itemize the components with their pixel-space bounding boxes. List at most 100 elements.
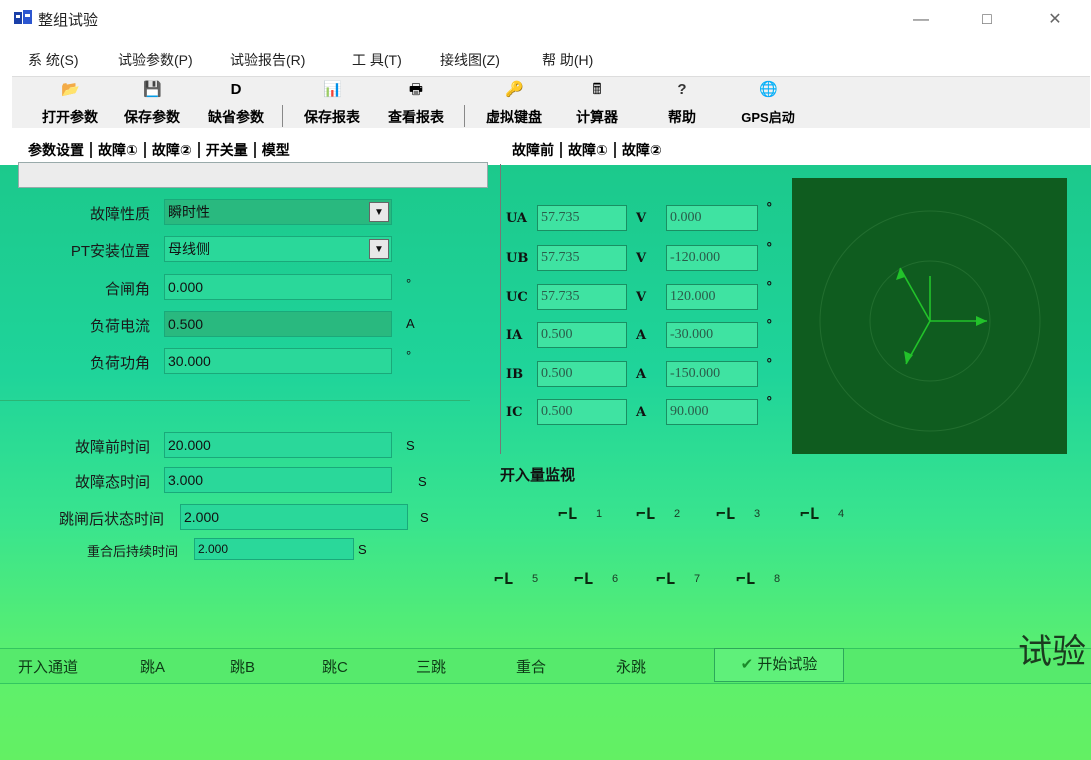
printer-icon: 🖶	[408, 81, 424, 98]
measure-angle-ua[interactable]: 0.000	[666, 205, 758, 231]
toolbar: 📂 打开参数 💾 保存参数 D 缺省参数 📊 保存报表 🖶 查看报表 🔑 虚拟键…	[12, 76, 1090, 128]
switch-indicator-icon: ⌐L	[800, 504, 820, 523]
measure-mag-ib[interactable]: 0.500	[537, 361, 627, 387]
measure-angle-ib[interactable]: -150.000	[666, 361, 758, 387]
left-panel-frame	[18, 162, 488, 188]
start-test-label: 开始试验	[757, 656, 818, 673]
key-icon: 🔑	[505, 81, 524, 98]
menu-help[interactable]: 帮 助(H)	[542, 50, 593, 70]
vector-svg	[819, 210, 1041, 432]
app-logo-icon	[14, 10, 32, 26]
close-angle-input[interactable]: 0.000	[164, 274, 392, 300]
tab-param-settings[interactable]: 参数设置	[22, 142, 92, 158]
test-result-label: 试验结果	[1018, 634, 1086, 670]
switch-channel-number: 8	[774, 573, 781, 585]
tab-fault-2-view[interactable]: 故障②	[616, 142, 668, 158]
fault-time-input[interactable]: 3.000	[164, 467, 392, 493]
measure-name-ia: IA	[506, 328, 523, 343]
measure-unit-ua: V	[636, 211, 647, 226]
menu-system[interactable]: 系 统(S)	[28, 50, 79, 70]
help-button[interactable]: ? 帮助	[652, 77, 712, 129]
switch-indicator-icon: ⌐L	[656, 569, 676, 588]
load-angle-label: 负荷功角	[89, 355, 150, 372]
fault-time-unit: S	[418, 474, 427, 489]
save-params-label: 保存参数	[124, 109, 180, 125]
switch-channel-number: 2	[674, 508, 681, 520]
toolbar-separator	[282, 105, 283, 127]
tab-fault-2[interactable]: 故障②	[145, 142, 200, 158]
measure-mag-ia[interactable]: 0.500	[537, 322, 627, 348]
close-angle-label: 合闸角	[104, 281, 150, 298]
open-params-button[interactable]: 📂 打开参数	[32, 77, 108, 129]
fault-nature-select[interactable]: 瞬时性 ▼	[164, 199, 392, 225]
measure-angle-ia[interactable]: -30.000	[666, 322, 758, 348]
help-label: 帮助	[668, 109, 696, 125]
prefault-time-label: 故障前时间	[74, 439, 150, 456]
post-trip-time-input[interactable]: 2.000	[180, 504, 408, 530]
channel-header-1: 跳A	[140, 659, 166, 676]
default-params-icon: D	[230, 81, 242, 98]
menu-wiring[interactable]: 接线图(Z)	[440, 50, 500, 70]
channel-header-6: 永跳	[616, 659, 647, 676]
fault-nature-value: 瞬时性	[168, 204, 210, 220]
virtual-keyboard-button[interactable]: 🔑 虚拟键盘	[476, 77, 552, 129]
minimize-icon[interactable]: —	[906, 6, 936, 34]
measure-angle-ub[interactable]: -120.000	[666, 245, 758, 271]
checkmark-icon: ✔	[740, 656, 754, 673]
pt-position-value: 母线侧	[168, 241, 210, 257]
measure-mag-ic[interactable]: 0.500	[537, 399, 627, 425]
measure-mag-ub[interactable]: 57.735	[537, 245, 627, 271]
degree-symbol: °	[766, 318, 773, 333]
measure-mag-uc[interactable]: 57.735	[537, 284, 627, 310]
maximize-icon[interactable]: □	[972, 6, 1002, 34]
tab-fault-1-view[interactable]: 故障①	[562, 142, 616, 158]
gps-start-button[interactable]: 🌐 GPS启动	[730, 77, 806, 129]
menu-tools[interactable]: 工 具(T)	[352, 50, 402, 70]
tab-switch[interactable]: 开关量	[199, 142, 256, 158]
measure-name-ib: IB	[506, 367, 524, 382]
chevron-down-icon[interactable]: ▼	[369, 239, 389, 259]
measure-angle-ic[interactable]: 90.000	[666, 399, 758, 425]
start-test-button[interactable]: ✔ 开始试验	[714, 648, 844, 682]
save-report-label: 保存报表	[304, 109, 360, 125]
toolbar-separator	[464, 105, 465, 127]
measure-unit-ia: A	[636, 328, 647, 343]
globe-icon: 🌐	[759, 81, 778, 98]
calculator-button[interactable]: 🖩 计算器	[564, 77, 630, 129]
load-angle-input[interactable]: 30.000	[164, 348, 392, 374]
extra-time-unit: S	[358, 542, 367, 557]
switch-monitor-title: 开入量监视	[500, 467, 576, 484]
tab-fault-1[interactable]: 故障①	[92, 142, 146, 158]
prefault-time-input[interactable]: 20.000	[164, 432, 392, 458]
save-params-button[interactable]: 💾 保存参数	[114, 77, 190, 129]
degree-symbol: °	[766, 280, 773, 295]
switch-channel-number: 3	[754, 508, 761, 520]
calculator-icon: 🖩	[592, 81, 602, 98]
window-title: 整组试验	[38, 12, 99, 29]
chevron-down-icon[interactable]: ▼	[369, 202, 389, 222]
view-report-button[interactable]: 🖶 查看报表	[378, 77, 454, 129]
measure-angle-uc[interactable]: 120.000	[666, 284, 758, 310]
default-params-label: 缺省参数	[208, 109, 264, 125]
close-icon[interactable]: ✕	[1040, 6, 1070, 34]
channel-header-0: 开入通道	[18, 659, 79, 676]
measure-mag-ua[interactable]: 57.735	[537, 205, 627, 231]
switch-indicator-icon: ⌐L	[636, 504, 656, 523]
measure-name-ic: IC	[506, 405, 523, 420]
switch-indicator-icon: ⌐L	[716, 504, 736, 523]
pt-position-select[interactable]: 母线侧 ▼	[164, 236, 392, 262]
menu-test-report[interactable]: 试验报告(R)	[230, 50, 305, 70]
tab-model[interactable]: 模型	[256, 142, 296, 158]
channel-header-4: 三跳	[416, 659, 447, 676]
post-trip-time-label: 跳闸后状态时间	[58, 511, 164, 528]
view-report-label: 查看报表	[388, 109, 444, 125]
extra-time-input[interactable]: 2.000	[194, 538, 354, 560]
save-report-button[interactable]: 📊 保存报表	[294, 77, 370, 129]
measure-name-ua: UA	[506, 211, 528, 226]
menu-test-params[interactable]: 试验参数(P)	[118, 50, 193, 70]
tab-prefault[interactable]: 故障前	[506, 142, 562, 158]
default-params-button[interactable]: D 缺省参数	[198, 77, 274, 129]
pt-position-label: PT安装位置	[70, 243, 150, 260]
calculator-label: 计算器	[576, 109, 618, 125]
load-current-input[interactable]: 0.500	[164, 311, 392, 337]
